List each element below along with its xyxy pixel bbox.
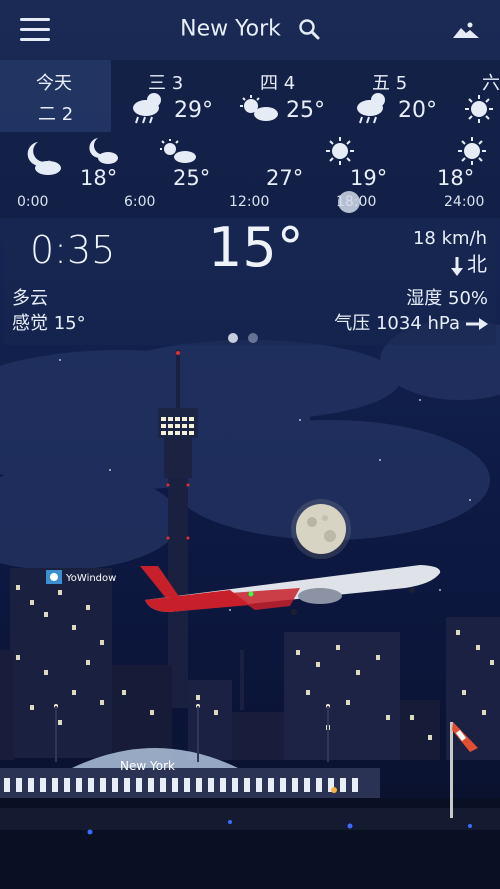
city-name[interactable]: New York — [180, 17, 281, 42]
clouds — [0, 320, 500, 570]
runway — [0, 787, 500, 889]
pressure: 气压 1034 hPa — [334, 309, 488, 335]
airport-sign-text: New York — [120, 759, 175, 773]
hour-temp: 25° — [173, 166, 211, 190]
top-bar: New York — [0, 0, 500, 60]
page-dot-active[interactable] — [228, 333, 238, 343]
sun-icon — [458, 137, 486, 165]
sun-icon — [465, 95, 493, 123]
hour-temp: 27° — [266, 166, 304, 190]
rain-cloud-sun-icon — [133, 93, 161, 124]
page-indicator — [228, 328, 268, 347]
day-temp: 29° — [174, 98, 213, 123]
page-dot[interactable] — [248, 333, 258, 343]
hour-tick: 24:00 — [444, 194, 485, 210]
current-temperature: 15° — [208, 216, 304, 279]
hourly-forecast[interactable]: 18° 25° 27° 19° 18° 0:00 6:00 12:00 18:0… — [0, 132, 500, 218]
daily-forecast: 今天 二 2 三 3 29° 四 4 25° 五 5 20° 六 — [0, 60, 500, 132]
pressure-trend-arrow-icon — [466, 318, 488, 330]
moon-cloud-icon — [89, 138, 118, 164]
wind-direction-label: 北 — [467, 252, 487, 276]
feels-like: 感觉 15° — [12, 313, 86, 334]
day-wednesday[interactable]: 三 3 29° — [120, 60, 230, 132]
day-temp: 20° — [398, 98, 437, 123]
hour-tick: 0:00 — [17, 194, 49, 210]
day-thursday[interactable]: 四 4 25° — [232, 60, 342, 132]
day-temp: 25° — [286, 98, 325, 123]
humidity: 湿度 50% — [406, 288, 488, 309]
wind-direction: 北 — [451, 248, 487, 277]
hour-tick: 6:00 — [124, 194, 156, 210]
day-today[interactable]: 今天 二 2 — [0, 60, 111, 132]
yowindow-brand-text: YoWindow — [65, 573, 116, 584]
pressure-value: 气压 1034 hPa — [334, 313, 460, 334]
moon-cloud-icon — [27, 142, 61, 175]
rain-cloud-sun-icon — [357, 93, 385, 124]
day-friday[interactable]: 五 5 20° — [344, 60, 454, 132]
moon — [291, 499, 351, 559]
sun-icon — [326, 137, 354, 165]
day-saturday[interactable]: 六 — [456, 60, 500, 132]
day-name: 四 4 — [260, 73, 296, 94]
time-slider-knob[interactable] — [338, 191, 360, 213]
current-time: 0:35 — [30, 228, 116, 272]
wind-arrow-down-icon — [451, 256, 463, 276]
hour-tick: 12:00 — [229, 194, 270, 210]
weather-condition: 多云 — [12, 288, 48, 309]
hour-temp: 18° — [80, 166, 118, 190]
search-icon[interactable] — [298, 18, 320, 40]
city-header: New York — [0, 16, 500, 42]
yowindow-sign: YoWindow — [46, 570, 116, 584]
wind-speed: 18 km/h — [412, 228, 487, 249]
hour-temp: 19° — [350, 166, 388, 190]
day-name: 六 — [482, 73, 500, 94]
sun-cloud-icon — [160, 139, 196, 163]
sun-cloud-icon — [240, 95, 278, 121]
hour-temp: 18° — [437, 166, 475, 190]
day-date: 二 2 — [38, 104, 74, 125]
day-name: 今天 — [36, 73, 72, 94]
landscape-icon[interactable] — [452, 18, 480, 40]
